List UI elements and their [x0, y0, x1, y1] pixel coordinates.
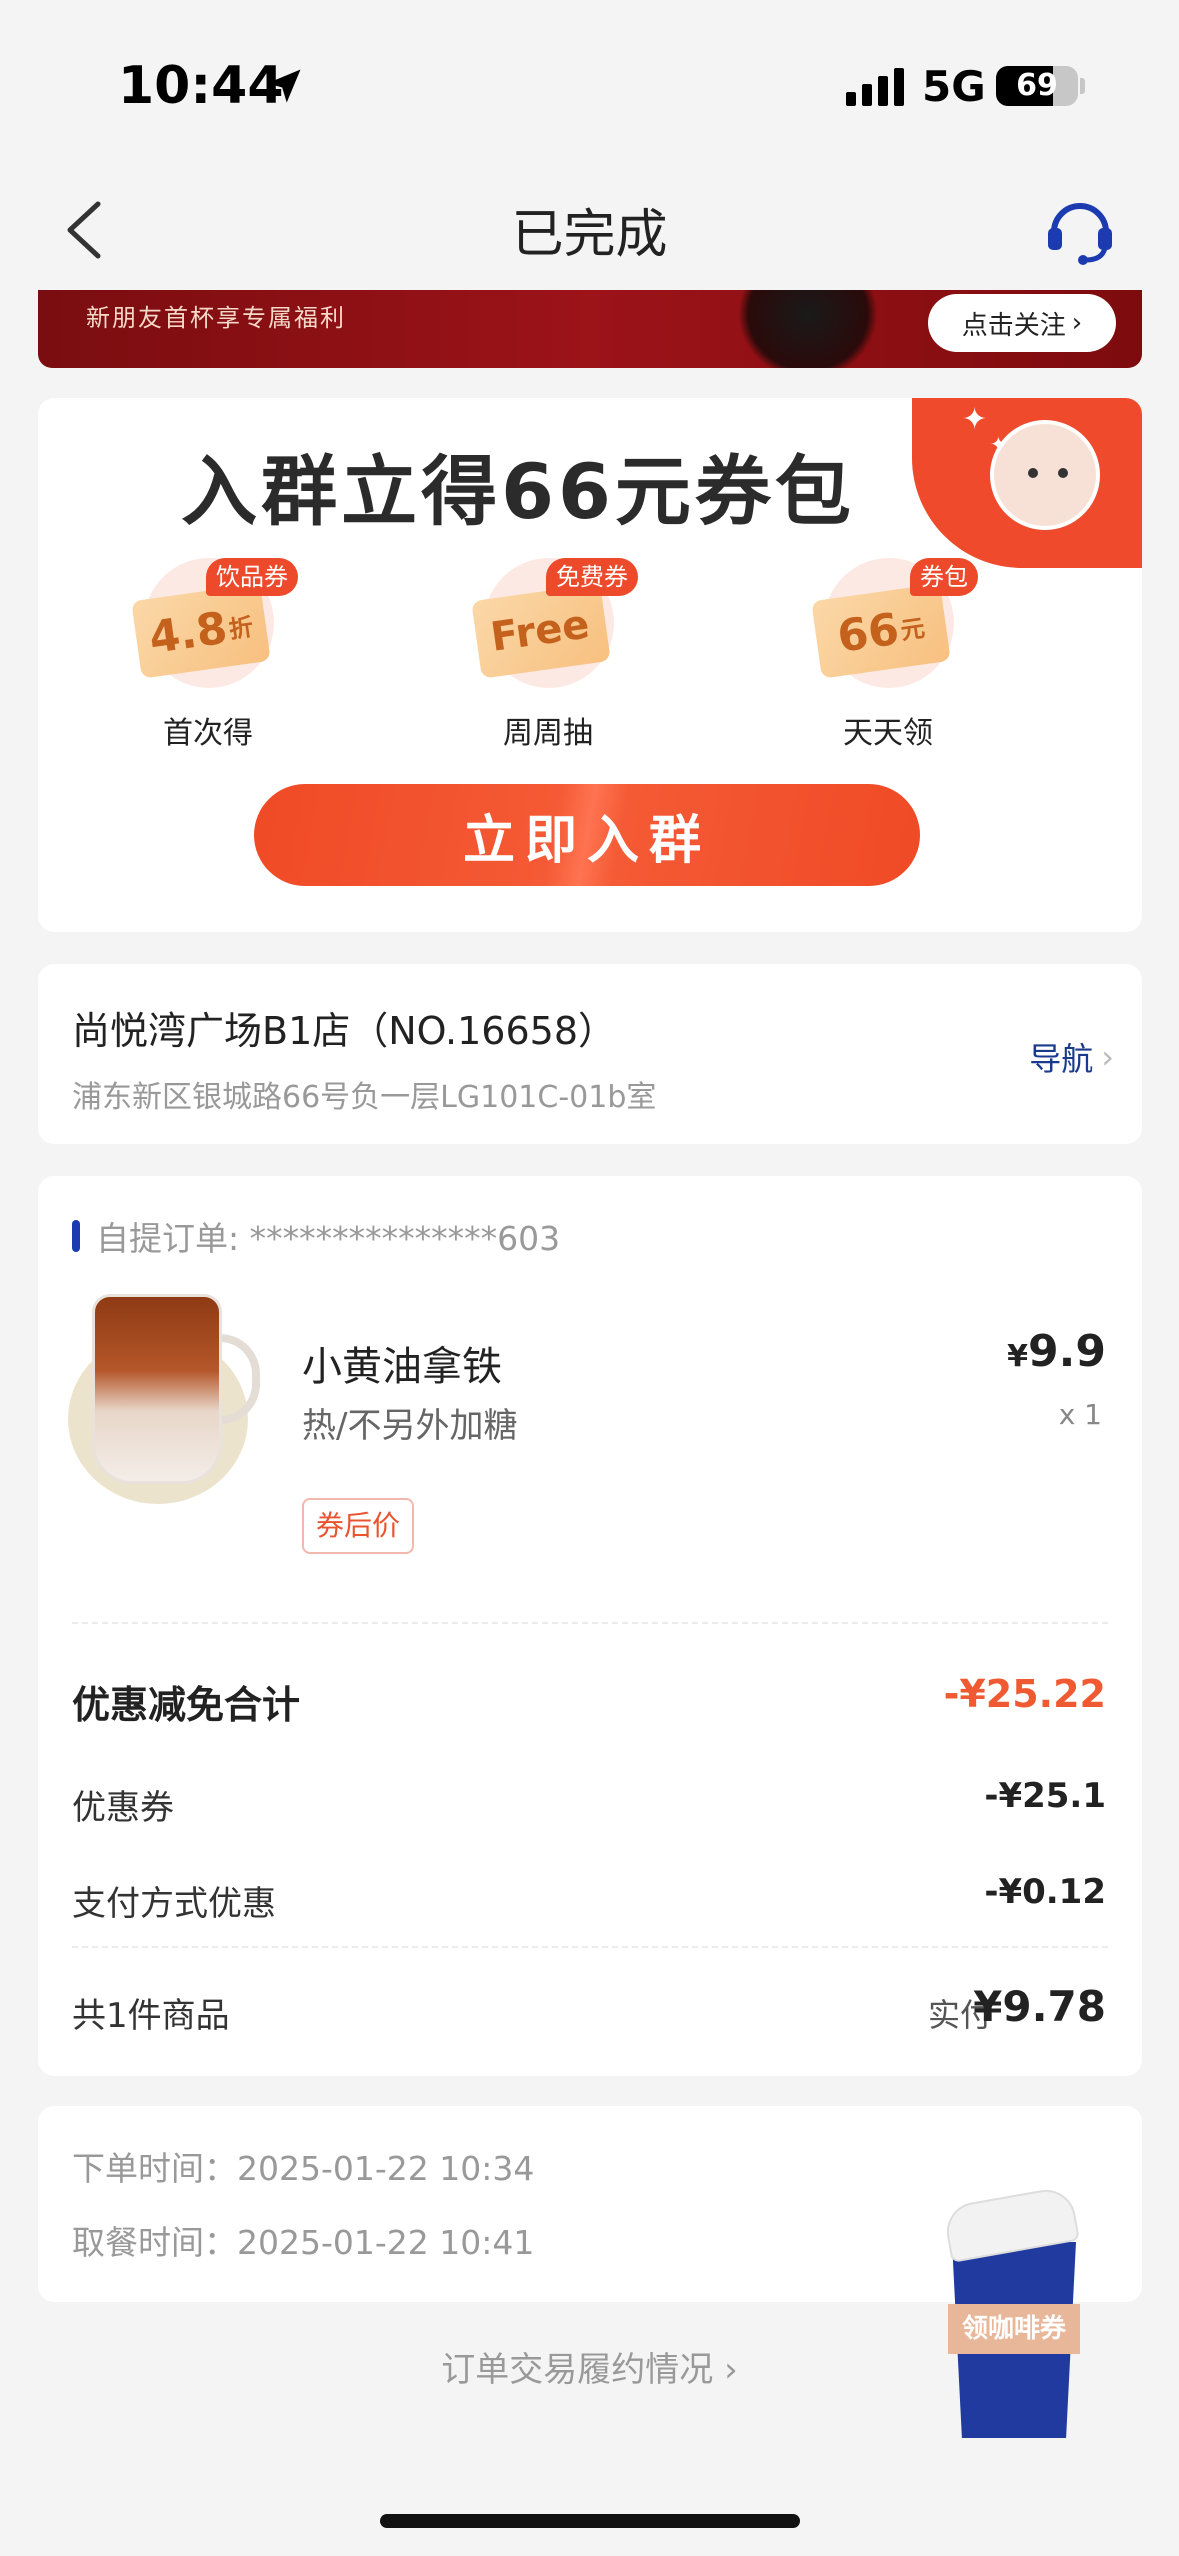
coupon-tag: 券包 — [910, 558, 978, 596]
paid-amount: ¥9.78 — [973, 1982, 1106, 2031]
order-number: 自提订单: ***************603 — [72, 1212, 560, 1260]
nav-bar: 已完成 — [0, 170, 1179, 290]
follow-button[interactable]: 点击关注 › — [928, 294, 1116, 352]
coupon-item[interactable]: 4.8 折 饮品券 首次得 — [118, 558, 298, 751]
coupon-item[interactable]: 66 元 券包 天天领 — [798, 558, 978, 751]
payment-discount-value: -¥0.12 — [984, 1872, 1106, 1912]
coupon-label: 天天领 — [843, 716, 933, 751]
product-price: ¥9.9 — [1007, 1326, 1106, 1377]
discount-total-label: 优惠减免合计 — [72, 1683, 301, 1727]
item-count: 共1件商品 — [72, 1996, 230, 2036]
coupon-label: 首次得 — [163, 716, 253, 751]
battery-icon: 69 — [996, 66, 1078, 106]
payment-discount-label: 支付方式优惠 — [72, 1884, 276, 1924]
customer-service-icon[interactable] — [1040, 190, 1120, 270]
group-promo-card: ✦ ✦ 入群立得66元券包 4.8折 饮品券 首次得 Free 免费券 周周抽 … — [38, 398, 1142, 932]
discount-total-value: -¥25.22 — [943, 1672, 1106, 1716]
promo-title: 入群立得66元券包 — [181, 447, 855, 536]
mascot-image — [990, 420, 1100, 530]
navigation-label: 导航 — [1029, 1040, 1094, 1078]
page-title: 已完成 — [511, 205, 668, 265]
store-card: 尚悦湾广场B1店（NO.16658） 浦东新区银城路66号负一层LG101C-0… — [38, 964, 1142, 1144]
fulfilment-status-label: 订单交易履约情况 — [441, 2350, 714, 2390]
coupon-list: 4.8 折 饮品券 首次得 Free 免费券 周周抽 66 元 券包 天天领 — [118, 558, 978, 751]
product-image — [68, 1294, 260, 1504]
product-quantity: x 1 — [1058, 1398, 1102, 1431]
home-indicator[interactable] — [380, 2514, 800, 2528]
order-card: 自提订单: ***************603 小黄油拿铁 热/不另外加糖 券… — [38, 1176, 1142, 2076]
signal-icon — [846, 66, 904, 106]
battery-level: 69 — [1016, 68, 1058, 103]
coupon-discount-label: 优惠券 — [72, 1788, 174, 1828]
store-name: 尚悦湾广场B1店（NO.16658） — [72, 1009, 617, 1053]
chevron-right-icon: › — [1071, 308, 1083, 338]
divider — [72, 1622, 1108, 1624]
order-time: 下单时间：2025-01-22 10:34 — [72, 2149, 535, 2188]
section-marker — [72, 1220, 80, 1252]
coupon-label: 周周抽 — [503, 716, 593, 751]
coffee-coupon-float-button[interactable]: 领咖啡券 — [942, 2185, 1082, 2438]
follow-label: 点击关注 — [961, 310, 1066, 341]
banner-text: 新朋友首杯享专属福利 — [86, 304, 346, 332]
clock: 10:44 — [118, 56, 284, 116]
location-arrow-icon — [267, 69, 301, 103]
coupon-tag: 免费券 — [546, 558, 638, 596]
navigation-link[interactable]: 导航 › — [1029, 1034, 1114, 1080]
chevron-right-icon: › — [724, 2350, 738, 2390]
banner-image — [738, 290, 878, 368]
product-spec: 热/不另外加糖 — [302, 1406, 518, 1446]
store-address: 浦东新区银城路66号负一层LG101C-01b室 — [72, 1080, 657, 1115]
join-group-button[interactable]: 立即入群 — [254, 784, 920, 886]
pickup-time: 取餐时间：2025-01-22 10:41 — [72, 2223, 535, 2262]
promo-banner[interactable]: 新朋友首杯享专属福利 点击关注 › — [38, 290, 1142, 368]
order-number-text: 自提订单: ***************603 — [96, 1219, 561, 1258]
chevron-right-icon: › — [1101, 1038, 1114, 1076]
coupon-discount-value: -¥25.1 — [984, 1776, 1106, 1816]
product-name: 小黄油拿铁 — [302, 1344, 502, 1390]
coupon-tag: 饮品券 — [206, 558, 298, 596]
network-type: 5G — [922, 62, 986, 111]
coffee-coupon-label: 领咖啡券 — [948, 2304, 1080, 2354]
divider — [72, 1946, 1108, 1948]
status-bar: 10:44 5G 69 — [0, 0, 1179, 170]
coupon-price-tag: 券后价 — [302, 1498, 415, 1554]
coupon-item[interactable]: Free 免费券 周周抽 — [458, 558, 638, 751]
